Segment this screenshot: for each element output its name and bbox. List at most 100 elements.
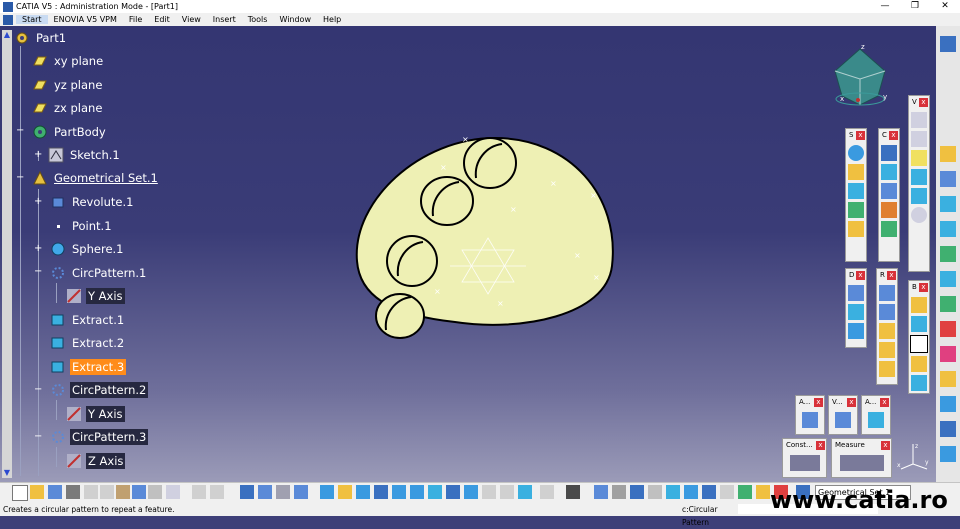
close-icon[interactable]: x (889, 131, 898, 140)
shading-icon[interactable] (464, 485, 478, 499)
menu-help[interactable]: Help (317, 15, 347, 24)
hide-show-icon[interactable] (482, 485, 496, 499)
thickness-icon[interactable] (940, 421, 956, 437)
boolean-tool-icon[interactable] (911, 297, 927, 313)
parallel-tool-icon[interactable] (911, 356, 927, 372)
box-tool-icon[interactable] (910, 335, 928, 353)
close-icon[interactable]: x (856, 131, 865, 140)
close-icon[interactable]: x (881, 441, 890, 450)
point-tool-icon[interactable] (911, 112, 927, 128)
expand-icon[interactable]: + (34, 150, 42, 160)
minimize-button[interactable]: — (870, 0, 900, 13)
light-icon[interactable] (756, 485, 770, 499)
tree-item-y-axis-2[interactable]: Y Axis (66, 405, 125, 423)
intersection-tool-icon[interactable] (911, 188, 927, 204)
circle-tool-icon[interactable] (911, 207, 927, 223)
pattern-icon[interactable] (294, 485, 308, 499)
surface-tool-icon[interactable] (848, 164, 864, 180)
offset-tool-icon[interactable] (881, 164, 897, 180)
tree-item-circpattern-2[interactable]: CircPattern.2 (50, 381, 149, 399)
tools-icon[interactable] (720, 485, 734, 499)
close-icon[interactable]: x (856, 271, 865, 280)
tree-item-y-axis-1[interactable]: Y Axis (66, 287, 125, 305)
grid-view-icon[interactable] (630, 485, 644, 499)
constraint-tool-icon[interactable] (789, 455, 820, 471)
close-icon[interactable]: x (880, 398, 889, 407)
menu-insert[interactable]: Insert (207, 15, 242, 24)
translate-tool-icon[interactable] (879, 285, 895, 301)
toggle-icon[interactable] (666, 485, 680, 499)
comment-icon[interactable] (210, 485, 224, 499)
iso-view-icon[interactable] (446, 485, 460, 499)
collapse-icon[interactable]: − (34, 267, 42, 277)
maximize-button[interactable]: ❐ (900, 0, 930, 13)
menu-tools[interactable]: Tools (242, 15, 274, 24)
camera-icon[interactable] (566, 485, 580, 499)
paste-icon[interactable] (116, 485, 130, 499)
sketch-tool-icon[interactable] (940, 171, 956, 187)
close-icon[interactable]: x (847, 398, 856, 407)
boundary-tool-icon[interactable] (848, 323, 864, 339)
collapse-icon[interactable]: − (16, 173, 24, 183)
zoom-in-icon[interactable] (392, 485, 406, 499)
tree-item-point[interactable]: Point.1 (50, 217, 114, 235)
open-icon[interactable] (30, 485, 44, 499)
surface-analysis-icon[interactable] (911, 375, 927, 391)
join-tool-icon[interactable] (881, 221, 897, 237)
catalog-icon[interactable] (276, 485, 290, 499)
plane-tool-icon[interactable] (911, 150, 927, 166)
tree-item-sphere[interactable]: Sphere.1 (50, 240, 126, 258)
copy-icon[interactable] (100, 485, 114, 499)
tree-item-partbody[interactable]: PartBody (32, 123, 108, 141)
save-icon[interactable] (48, 485, 62, 499)
close-icon[interactable]: x (887, 271, 896, 280)
material-icon[interactable] (518, 485, 532, 499)
help-icon[interactable] (166, 485, 180, 499)
law-tool-icon[interactable] (911, 316, 927, 332)
close-icon[interactable]: x (816, 441, 825, 450)
collapse-icon[interactable]: − (16, 126, 24, 136)
close-icon[interactable]: x (814, 398, 823, 407)
tree-item-zx-plane[interactable]: zx plane (32, 99, 104, 117)
tree-item-circpattern-3[interactable]: CircPattern.3 (50, 428, 149, 446)
trim-tool-icon[interactable] (848, 304, 864, 320)
close-surface-icon[interactable] (940, 446, 956, 462)
sweep-tool-icon[interactable] (848, 221, 864, 237)
tree-item-revolute[interactable]: Revolute.1 (50, 193, 135, 211)
formula-icon[interactable] (192, 485, 206, 499)
tree-item-extract-2[interactable]: Extract.2 (50, 334, 126, 352)
compass-tool-icon[interactable] (612, 485, 626, 499)
table-icon[interactable] (240, 485, 254, 499)
circular-pattern-tool-icon[interactable] (879, 304, 895, 320)
line-tool-icon[interactable] (911, 131, 927, 147)
close-button[interactable]: ✕ (930, 0, 960, 13)
document-icon[interactable] (3, 14, 13, 25)
workbench-icon[interactable] (940, 36, 956, 52)
offset-icon[interactable] (940, 296, 956, 312)
undo-icon[interactable] (132, 485, 146, 499)
affinity-tool-icon[interactable] (879, 361, 895, 377)
split-icon[interactable] (940, 396, 956, 412)
menu-start[interactable]: Start (16, 15, 48, 24)
blend-tool-icon[interactable] (881, 202, 897, 218)
fill-tool-icon[interactable] (881, 183, 897, 199)
apply-material-icon[interactable] (868, 412, 884, 428)
analysis-tool-icon[interactable] (802, 412, 818, 428)
join-icon[interactable] (940, 371, 956, 387)
knowledge-icon[interactable] (258, 485, 272, 499)
menu-window[interactable]: Window (273, 15, 317, 24)
menu-edit[interactable]: Edit (148, 15, 176, 24)
section-icon[interactable] (702, 485, 716, 499)
tree-item-geometrical-set[interactable]: Geometrical Set.1 (32, 169, 160, 187)
swap-space-icon[interactable] (500, 485, 514, 499)
pan-icon[interactable] (356, 485, 370, 499)
filter-icon[interactable] (648, 485, 662, 499)
expand-icon[interactable]: + (34, 197, 42, 207)
tree-item-z-axis[interactable]: Z Axis (66, 452, 126, 470)
fit-all-icon[interactable] (338, 485, 352, 499)
redo-icon[interactable] (148, 485, 162, 499)
tree-item-circpattern-1[interactable]: CircPattern.1 (50, 264, 148, 282)
zoom-out-icon[interactable] (410, 485, 424, 499)
split-tool-icon[interactable] (848, 285, 864, 301)
rotate-tool-icon[interactable] (879, 323, 895, 339)
